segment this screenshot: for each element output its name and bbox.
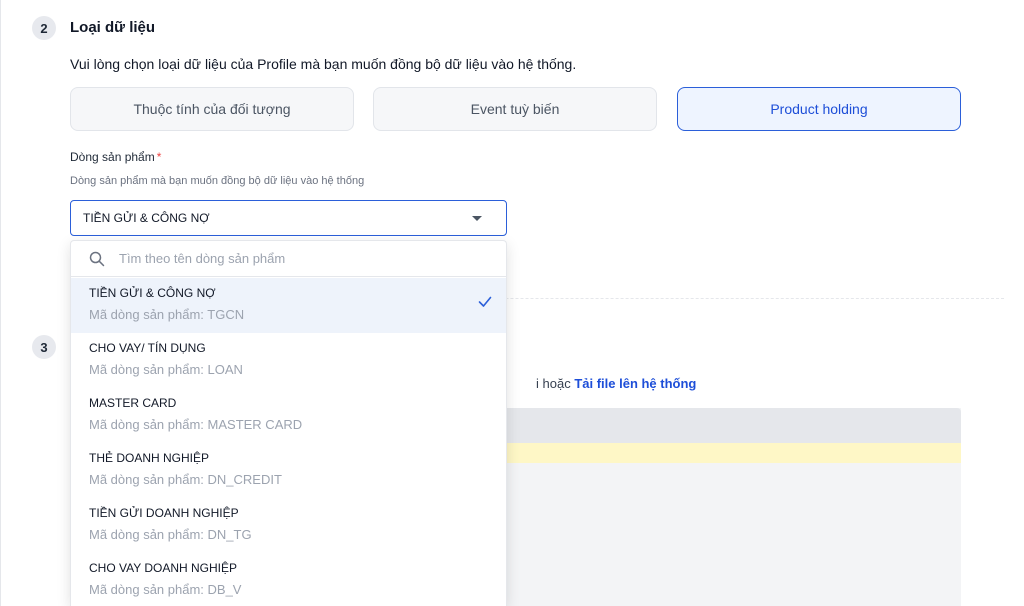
option-code: Mã dòng sản phẩm: TGCN xyxy=(89,307,245,322)
dropdown-option[interactable]: MASTER CARD Mã dòng sản phẩm: MASTER CAR… xyxy=(71,388,506,443)
type-option-product-holding[interactable]: Product holding xyxy=(677,87,961,131)
upload-file-link[interactable]: Tải file lên hệ thống xyxy=(574,376,696,391)
step-2-badge: 2 xyxy=(32,16,56,40)
option-name: CHO VAY/ TÍN DỤNG xyxy=(89,341,206,355)
dropdown-search-row xyxy=(71,241,506,277)
step-3-partial-text: i hoặc xyxy=(536,376,575,391)
option-name: MASTER CARD xyxy=(89,396,177,410)
product-line-dropdown: TIỀN GỬI & CÔNG NỢ Mã dòng sản phẩm: TGC… xyxy=(70,240,507,606)
product-line-search-input[interactable] xyxy=(117,250,481,267)
search-icon xyxy=(89,251,105,266)
dropdown-option[interactable]: CHO VAY/ TÍN DỤNG Mã dòng sản phẩm: LOAN xyxy=(71,333,506,388)
option-code: Mã dòng sản phẩm: DN_CREDIT xyxy=(89,472,282,487)
page-left-border xyxy=(0,0,1,606)
step-3-instruction: i hoặc Tải file lên hệ thống xyxy=(536,376,696,391)
product-line-label: Dòng sản phẩm * xyxy=(70,150,161,164)
step-2-description: Vui lòng chọn loại dữ liệu của Profile m… xyxy=(70,56,577,72)
dropdown-option[interactable]: TIỀN GỬI & CÔNG NỢ Mã dòng sản phẩm: TGC… xyxy=(71,278,506,333)
step-2-title: Loại dữ liệu xyxy=(70,19,156,36)
option-code: Mã dòng sản phẩm: DN_TG xyxy=(89,527,252,542)
option-name: TIỀN GỬI & CÔNG NỢ xyxy=(89,286,216,300)
required-mark: * xyxy=(156,150,162,164)
type-option-custom-event[interactable]: Event tuỳ biến xyxy=(373,87,657,131)
product-line-help: Dòng sản phẩm mà bạn muốn đồng bộ dữ liệ… xyxy=(70,175,365,187)
option-code: Mã dòng sản phẩm: LOAN xyxy=(89,362,243,377)
data-preview-warning-row xyxy=(500,443,961,463)
product-line-select[interactable]: TIỀN GỬI & CÔNG NỢ xyxy=(70,200,507,236)
check-icon xyxy=(478,296,492,307)
option-name: THẺ DOANH NGHIỆP xyxy=(89,451,210,465)
dropdown-option[interactable]: THẺ DOANH NGHIỆP Mã dòng sản phẩm: DN_CR… xyxy=(71,443,506,498)
dropdown-option[interactable]: CHO VAY DOANH NGHIỆP Mã dòng sản phẩm: D… xyxy=(71,553,506,606)
step-3-badge: 3 xyxy=(32,335,56,359)
product-line-label-text: Dòng sản phẩm xyxy=(70,150,155,164)
type-option-object-attributes[interactable]: Thuộc tính của đối tượng xyxy=(70,87,354,131)
data-preview-table-header xyxy=(500,408,961,443)
caret-down-icon xyxy=(472,215,482,221)
option-name: CHO VAY DOANH NGHIỆP xyxy=(89,561,238,575)
option-code: Mã dòng sản phẩm: DB_V xyxy=(89,582,242,597)
dropdown-option[interactable]: TIỀN GỬI DOANH NGHIỆP Mã dòng sản phẩm: … xyxy=(71,498,506,553)
option-code: Mã dòng sản phẩm: MASTER CARD xyxy=(89,417,303,432)
product-line-selected-value: TIỀN GỬI & CÔNG NỢ xyxy=(83,211,210,225)
option-name: TIỀN GỬI DOANH NGHIỆP xyxy=(89,506,239,520)
